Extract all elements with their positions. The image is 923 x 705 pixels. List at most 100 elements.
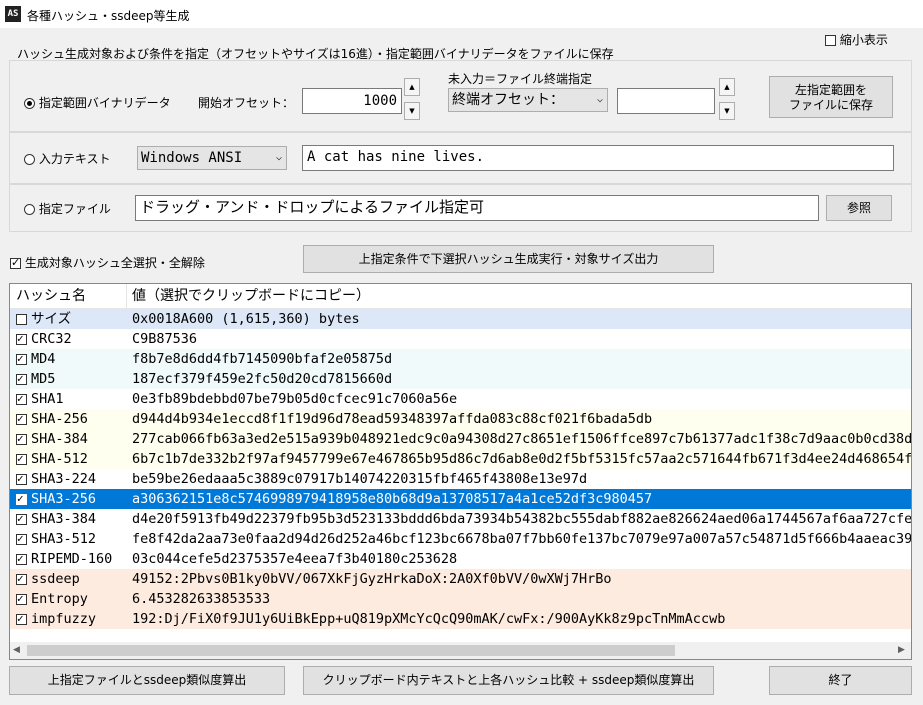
horizontal-scrollbar[interactable]: ◀ ▶ — [10, 642, 911, 659]
clipboard-compare-button[interactable]: クリップボード内テキストと上各ハッシュ比較 + ssdeep類似度算出 — [303, 666, 714, 695]
table-row[interactable]: SHA-384 277cab066fb63a3ed2e515a939b048921… — [10, 429, 911, 449]
hash-value-cell[interactable]: 277cab066fb63a3ed2e515a939b048921edc9c0a… — [132, 429, 911, 449]
table-row[interactable]: サイズ 0x0018A600 (1,615,360) bytes — [10, 309, 911, 329]
hash-name-label: SHA3-512 — [31, 531, 97, 547]
file-path-input[interactable]: ドラッグ・アンド・ドロップによるファイル指定可 — [135, 195, 819, 221]
hash-value-cell[interactable]: d4e20f5913fb49d22379fb95b3d523133bddd6bd… — [132, 509, 911, 529]
table-row[interactable]: impfuzzy 192:Dj/FiX0f9JU1y6UiBkEpp+uQ819p… — [10, 609, 911, 629]
row-checkbox[interactable] — [16, 492, 27, 506]
scroll-left-icon[interactable]: ◀ — [13, 645, 20, 655]
hash-value-cell[interactable]: fe8f42da2aa73e0faa2d94d26d252a46bcf123bc… — [132, 529, 911, 549]
exit-button[interactable]: 終了 — [769, 666, 912, 695]
text-radio-option[interactable]: 入力テキスト — [24, 150, 110, 167]
hash-name-label: SHA3-256 — [31, 491, 97, 507]
table-row[interactable]: MD4 f8b7e8d6dd4fb7145090bfaf2e05875d — [10, 349, 911, 369]
row-checkbox[interactable] — [16, 612, 27, 626]
table-row[interactable]: SHA1 0e3fb89bdebbd07be79b05d0cfcec91c7060… — [10, 389, 911, 409]
save-range-button[interactable]: 左指定範囲を ファイルに保存 — [769, 76, 893, 118]
table-row[interactable]: SHA3-512 fe8f42da2aa73e0faa2d94d26d252a46… — [10, 529, 911, 549]
scroll-right-icon[interactable]: ▶ — [898, 645, 905, 655]
binary-radio[interactable] — [24, 98, 35, 109]
hash-name-cell: MD4 — [16, 349, 130, 369]
row-checkbox[interactable] — [16, 372, 27, 386]
offset-up-button[interactable]: ▲ — [404, 78, 420, 96]
row-checkbox[interactable] — [16, 314, 27, 325]
hash-name-cell: impfuzzy — [16, 609, 130, 629]
row-checkbox[interactable] — [16, 512, 27, 526]
column-divider — [126, 308, 127, 648]
table-row[interactable]: SHA-256 d944d4b934e1eccd8f1f19d96d78ead59… — [10, 409, 911, 429]
compact-toggle[interactable]: 縮小表示 — [825, 31, 888, 48]
row-checkbox[interactable] — [16, 412, 27, 426]
hash-name-cell: SHA-256 — [16, 409, 130, 429]
table-row[interactable]: ssdeep 49152:2Pbvs0B1ky0bVV/067XkFjGyzHrk… — [10, 569, 911, 589]
hash-name-label: MD4 — [31, 351, 56, 367]
row-checkbox[interactable] — [16, 452, 27, 466]
end-up-button[interactable]: ▲ — [719, 78, 735, 96]
row-checkbox[interactable] — [16, 532, 27, 546]
hash-value-cell[interactable]: 6.453282633853533 — [132, 589, 270, 609]
offset-down-button[interactable]: ▼ — [404, 102, 420, 120]
compact-checkbox[interactable] — [825, 35, 836, 46]
binary-radio-option[interactable]: 指定範囲バイナリデータ — [24, 94, 171, 111]
row-checkbox[interactable] — [16, 392, 27, 406]
hash-value-cell[interactable]: 187ecf379f459e2fc50d20cd7815660d — [132, 369, 392, 389]
offset-label: 開始オフセット： — [198, 96, 295, 110]
hash-value-cell[interactable]: f8b7e8d6dd4fb7145090bfaf2e05875d — [132, 349, 392, 369]
chevron-down-icon: ⌵ — [596, 94, 603, 105]
compact-label: 縮小表示 — [839, 33, 888, 47]
row-checkbox[interactable] — [16, 472, 27, 486]
scroll-thumb[interactable] — [27, 645, 675, 656]
column-header-value[interactable]: 値（選択でクリップボードにコピー） — [132, 284, 370, 308]
row-checkbox[interactable] — [16, 352, 27, 366]
file-radio-option[interactable]: 指定ファイル — [24, 200, 111, 217]
browse-button[interactable]: 参照 — [826, 195, 892, 221]
hash-name-cell: SHA3-512 — [16, 529, 130, 549]
hash-value-cell[interactable]: be59be26edaaa5c3889c07917b14074220315fbf… — [132, 469, 587, 489]
ssdeep-file-button[interactable]: 上指定ファイルとssdeep類似度算出 — [9, 666, 285, 695]
hash-name-cell: Entropy — [16, 589, 130, 609]
table-row[interactable]: SHA-512 6b7c1b7de332b2f97af9457799e67e467… — [10, 449, 911, 469]
table-row[interactable]: MD5 187ecf379f459e2fc50d20cd7815660d — [10, 369, 911, 389]
hash-value-cell[interactable]: 192:Dj/FiX0f9JU1y6UiBkEpp+uQ819pXMcYcQcQ… — [132, 609, 725, 629]
start-offset-input[interactable]: 1000 — [302, 88, 402, 114]
table-row[interactable]: RIPEMD-160 03c044cefe5d2375357e4eea7f3b40… — [10, 549, 911, 569]
hash-value-cell[interactable]: d944d4b934e1eccd8f1f19d96d78ead59348397a… — [132, 409, 652, 429]
end-offset-select[interactable]: 終端オフセット： ⌵ — [448, 88, 608, 112]
hash-value-cell[interactable]: 03c044cefe5d2375357e4eea7f3b40180c253628 — [132, 549, 457, 569]
hash-value-cell[interactable]: 0e3fb89bdebbd07be79b05d0cfcec91c7060a56e — [132, 389, 457, 409]
hash-list[interactable]: ハッシュ名 値（選択でクリップボードにコピー） サイズ 0x0018A600 (1… — [9, 283, 912, 660]
file-radio[interactable] — [24, 204, 35, 215]
hash-name-cell: サイズ — [16, 309, 130, 329]
end-down-button[interactable]: ▼ — [719, 102, 735, 120]
hash-value-cell[interactable]: a306362151e8c5746998979418958e80b68d9a13… — [132, 489, 652, 509]
encoding-select-value: Windows ANSI — [141, 150, 243, 166]
select-all-toggle[interactable]: 生成対象ハッシュ全選択・全解除 — [10, 254, 205, 271]
text-radio[interactable] — [24, 154, 35, 165]
row-checkbox[interactable] — [16, 552, 27, 566]
table-row[interactable]: SHA3-224 be59be26edaaa5c3889c07917b140742… — [10, 469, 911, 489]
table-row[interactable]: SHA3-256 a306362151e8c5746998979418958e80… — [10, 489, 911, 509]
table-row[interactable]: SHA3-384 d4e20f5913fb49d22379fb95b3d52313… — [10, 509, 911, 529]
hash-name-cell: RIPEMD-160 — [16, 549, 130, 569]
hash-value-cell[interactable]: C9B87536 — [132, 329, 197, 349]
row-checkbox[interactable] — [16, 572, 27, 586]
hash-value-cell[interactable]: 49152:2Pbvs0B1ky0bVV/067XkFjGyzHrkaDoX:2… — [132, 569, 612, 589]
table-row[interactable]: CRC32 C9B87536 — [10, 329, 911, 349]
run-hash-button[interactable]: 上指定条件で下選択ハッシュ生成実行・対象サイズ出力 — [303, 245, 714, 273]
end-offset-input[interactable] — [617, 88, 715, 114]
hash-value-cell[interactable]: 6b7c1b7de332b2f97af9457799e67e467865b95d… — [132, 449, 911, 469]
row-checkbox[interactable] — [16, 332, 27, 346]
column-header-name[interactable]: ハッシュ名 — [16, 284, 86, 308]
row-checkbox[interactable] — [16, 592, 27, 606]
hash-name-cell: ssdeep — [16, 569, 130, 589]
title-bar: AS 各種ハッシュ・ssdeep等生成 — [0, 0, 923, 28]
select-all-checkbox[interactable] — [10, 256, 21, 270]
table-row[interactable]: Entropy 6.453282633853533 — [10, 589, 911, 609]
hash-value-cell[interactable]: 0x0018A600 (1,615,360) bytes — [132, 309, 360, 329]
row-checkbox[interactable] — [16, 432, 27, 446]
hash-name-label: SHA1 — [31, 391, 64, 407]
hash-name-label: MD5 — [31, 371, 56, 387]
text-input[interactable]: A cat has nine lives. — [302, 145, 894, 171]
encoding-select[interactable]: Windows ANSI ⌵ — [137, 146, 287, 170]
